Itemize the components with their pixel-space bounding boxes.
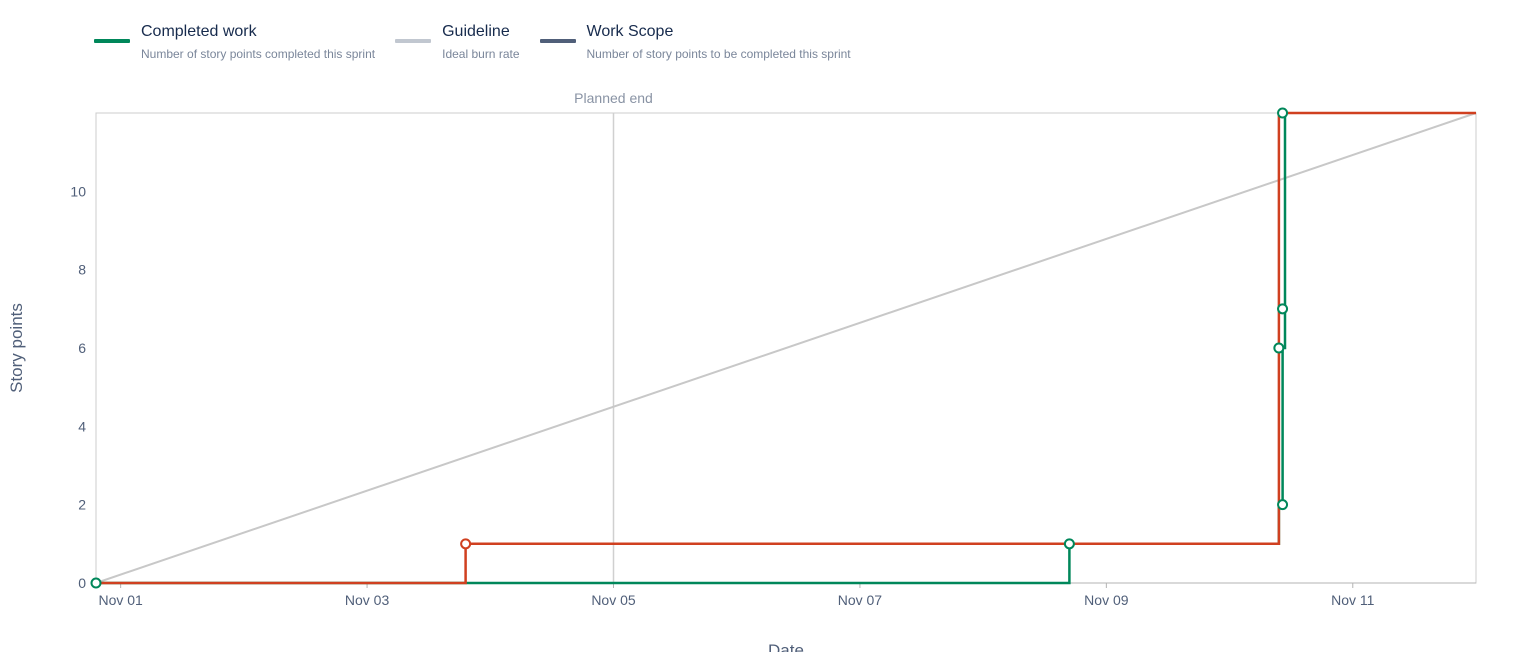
y-axis-title: Story points bbox=[7, 303, 26, 393]
completed-work-point bbox=[1273, 342, 1285, 354]
x-tick-label: Nov 11 bbox=[1331, 592, 1375, 608]
planned-end-label: Planned end bbox=[574, 90, 653, 106]
work-scope-point bbox=[460, 538, 472, 550]
y-tick-label: 8 bbox=[78, 262, 86, 278]
completed-work-series-line bbox=[96, 113, 1287, 585]
burnup-chart: Planned end 0 2 4 6 8 10 Nov 01 Nov 03 Nov 05 Nov … bbox=[7, 90, 1477, 652]
y-tick-label: 2 bbox=[78, 497, 86, 513]
completed-work-point bbox=[1277, 499, 1289, 511]
completed-work-point bbox=[1063, 538, 1075, 550]
y-tick-label: 0 bbox=[78, 575, 86, 591]
completed-work-point bbox=[90, 577, 102, 589]
x-tick-label: Nov 07 bbox=[838, 592, 883, 608]
x-tick-label: Nov 01 bbox=[98, 592, 143, 608]
y-tick-label: 4 bbox=[78, 418, 86, 434]
x-axis-title: Date bbox=[768, 641, 804, 652]
completed-work-point bbox=[1277, 107, 1289, 119]
guideline-series-line bbox=[95, 112, 1477, 584]
x-tick-label: Nov 05 bbox=[591, 592, 636, 608]
x-tick-label: Nov 03 bbox=[345, 592, 390, 608]
completed-work-point bbox=[1277, 303, 1289, 315]
x-tick-label: Nov 09 bbox=[1084, 592, 1129, 608]
y-tick-label: 10 bbox=[70, 183, 86, 199]
y-tick-label: 6 bbox=[78, 340, 86, 356]
